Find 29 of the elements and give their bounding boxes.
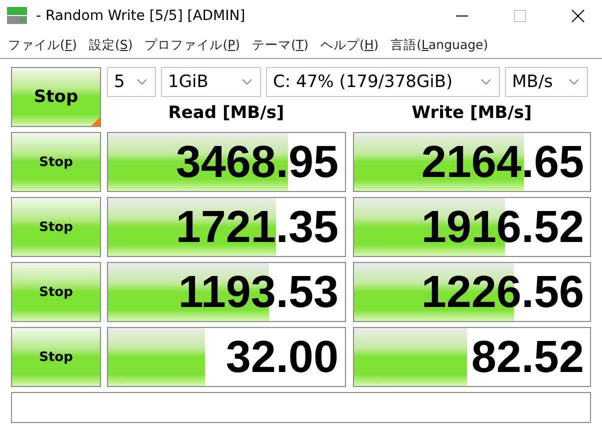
menu-item[interactable]: テーマ(T) bbox=[252, 36, 308, 54]
app-icon bbox=[6, 6, 28, 26]
chevron-icon bbox=[242, 79, 252, 85]
menu-item[interactable]: ファイル(F) bbox=[8, 36, 77, 54]
dropdown[interactable]: C: 47% (179/378GiB) bbox=[266, 67, 500, 97]
result-value: 1916.52 bbox=[421, 201, 584, 253]
menu-item[interactable]: プロファイル(P) bbox=[144, 36, 240, 54]
menu-item[interactable]: 言語(Language) bbox=[390, 36, 488, 54]
chevron-icon bbox=[137, 79, 147, 85]
result-value: 32.00 bbox=[226, 331, 338, 383]
result-value: 82.52 bbox=[471, 331, 584, 383]
dropdown[interactable]: MB/s bbox=[505, 67, 588, 97]
chevron-icon bbox=[481, 79, 491, 85]
dropdown[interactable]: 1GiB bbox=[161, 67, 261, 97]
stop-button[interactable]: Stop bbox=[11, 132, 101, 192]
column-header: Write [MB/s] bbox=[410, 102, 533, 125]
window-title: - Random Write [5/5] [ADMIN] bbox=[36, 8, 246, 24]
menu-item[interactable]: 設定(S) bbox=[88, 36, 133, 54]
stop-button[interactable]: Stop bbox=[11, 197, 101, 257]
stop-button[interactable]: Stop bbox=[11, 262, 101, 322]
result-value: 1193.53 bbox=[178, 266, 338, 318]
stop-button[interactable]: Stop bbox=[11, 67, 101, 127]
menu-item[interactable]: ヘルプ(H) bbox=[320, 36, 379, 54]
stop-button[interactable]: Stop bbox=[11, 327, 101, 387]
result-value: 1226.56 bbox=[421, 266, 584, 318]
chevron-icon bbox=[569, 79, 579, 85]
column-header: Read [MB/s] bbox=[167, 102, 286, 125]
close-icon[interactable] bbox=[571, 9, 585, 23]
dropdown[interactable]: 5 bbox=[107, 67, 156, 97]
